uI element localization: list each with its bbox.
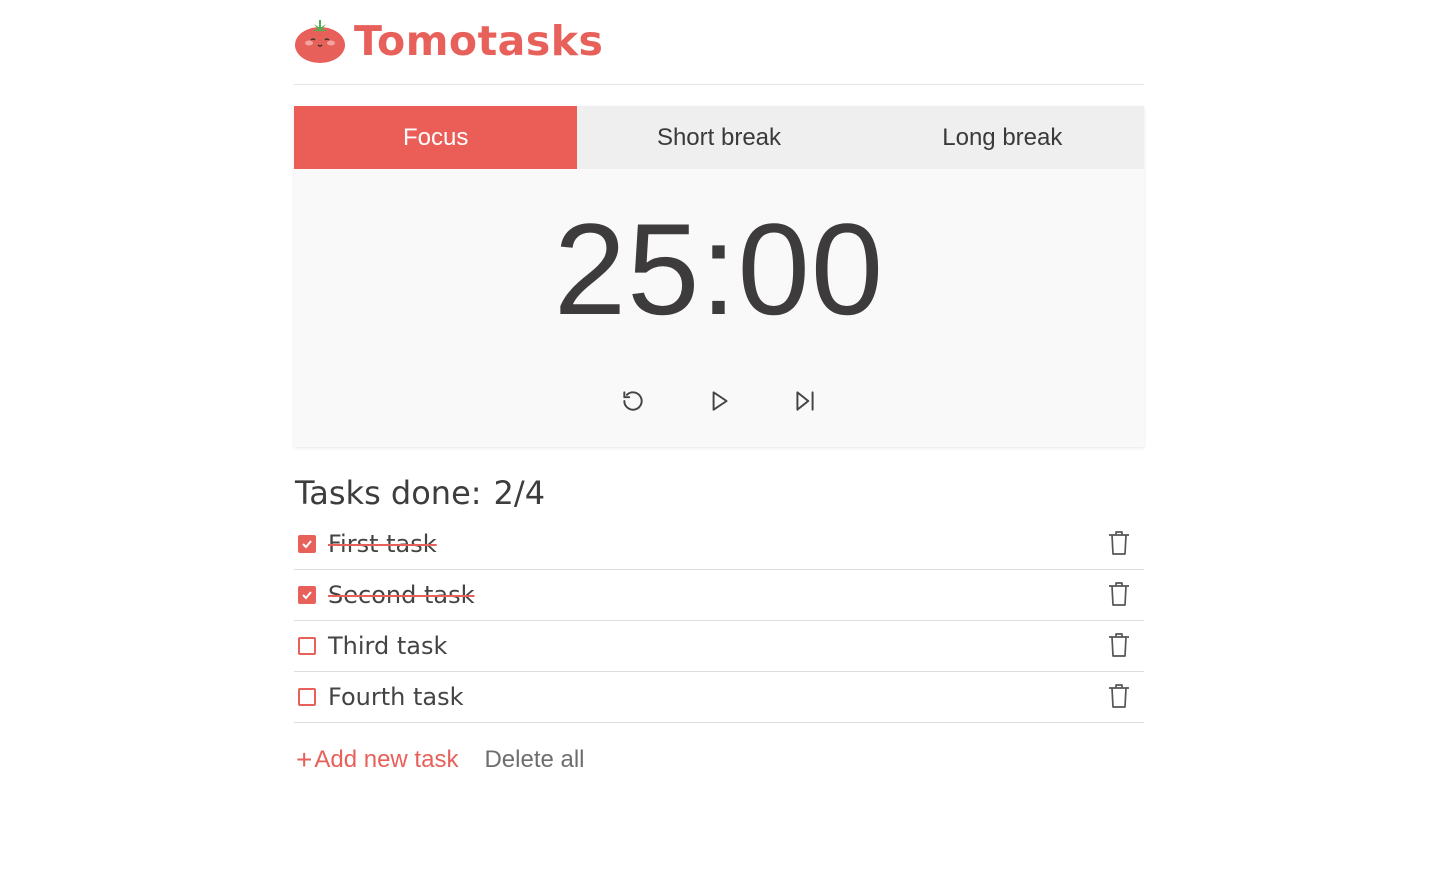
task-label: First task: [328, 530, 437, 558]
app-container: Tomotasks Focus Short break Long break 2…: [294, 0, 1144, 775]
reset-button[interactable]: [620, 388, 646, 414]
task-checkbox[interactable]: [298, 586, 316, 604]
timer-display: 25:00: [553, 196, 885, 342]
task-checkbox[interactable]: [298, 637, 316, 655]
plus-icon: +: [296, 744, 313, 775]
check-icon: [302, 591, 312, 600]
play-button[interactable]: [706, 388, 732, 414]
task-label: Third task: [328, 632, 448, 660]
task-checkbox[interactable]: [298, 535, 316, 553]
trash-icon[interactable]: [1108, 683, 1130, 709]
app-title: Tomotasks: [354, 16, 604, 65]
add-task-label: Add new task: [314, 746, 459, 773]
tab-long-break[interactable]: Long break: [861, 106, 1144, 169]
trash-icon[interactable]: [1108, 632, 1130, 658]
skip-icon: [796, 390, 814, 411]
tomato-icon: [295, 20, 345, 63]
task-checkbox[interactable]: [298, 688, 316, 706]
timer-controls: [294, 354, 1144, 447]
timer-tabs: Focus Short break Long break: [294, 106, 1144, 169]
timer-card: Focus Short break Long break 25:00: [294, 106, 1144, 447]
task-item: Third task: [294, 621, 1144, 672]
task-item: Fourth task: [294, 672, 1144, 723]
task-item: First task: [294, 519, 1144, 570]
task-actions: + Add new task Delete all: [294, 745, 1144, 775]
tab-focus[interactable]: Focus: [294, 106, 578, 169]
add-task-button[interactable]: + Add new task: [296, 746, 458, 774]
play-icon: [712, 390, 728, 411]
trash-icon[interactable]: [1108, 530, 1130, 556]
tab-short-break[interactable]: Short break: [577, 106, 860, 169]
task-label: Fourth task: [328, 683, 464, 711]
task-item: Second task: [294, 570, 1144, 621]
delete-all-button[interactable]: Delete all: [484, 746, 584, 774]
task-list: First task Second task Third task Fourth…: [294, 519, 1144, 723]
reset-icon: [623, 390, 643, 411]
header: Tomotasks: [294, 0, 1144, 85]
task-label: Second task: [328, 581, 475, 609]
check-icon: [302, 540, 312, 549]
tasks-heading: Tasks done: 2/4: [294, 473, 1144, 513]
skip-button[interactable]: [792, 388, 818, 414]
trash-icon[interactable]: [1108, 581, 1130, 607]
tasks-count: 2/4: [493, 474, 546, 512]
tasks-heading-label: Tasks done:: [295, 474, 482, 512]
